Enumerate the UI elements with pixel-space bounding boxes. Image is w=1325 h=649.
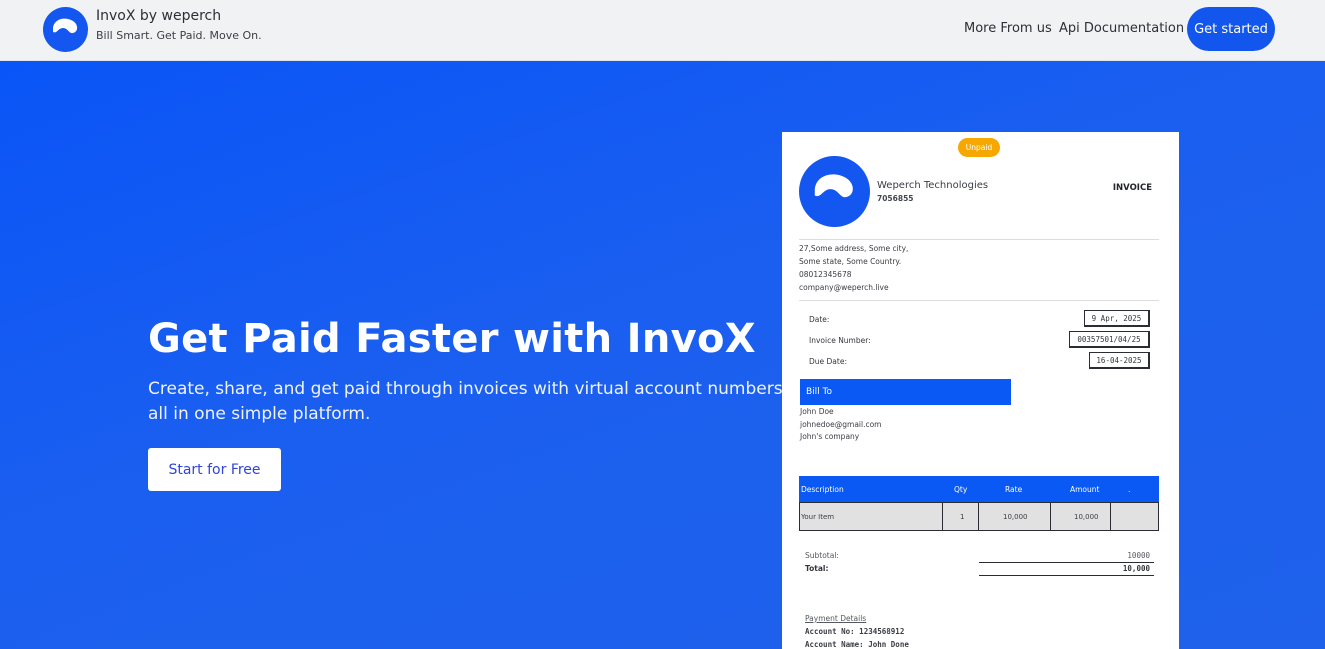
cell-description: Your Item <box>801 512 835 521</box>
table-row: Your Item 1 10,000 10,000 <box>799 502 1159 531</box>
header-rate: Rate <box>1005 484 1023 494</box>
divider <box>799 239 1159 240</box>
cell-divider <box>978 503 979 530</box>
get-started-button[interactable]: Get started <box>1187 7 1275 51</box>
brand-tagline: Bill Smart. Get Paid. Move On. <box>96 29 262 42</box>
cell-divider <box>1050 503 1051 530</box>
top-navbar: InvoX by weperch Bill Smart. Get Paid. M… <box>0 0 1325 61</box>
due-date-label: Due Date: <box>809 357 847 366</box>
address-line-1: 27,Some address, Some city, <box>799 244 909 253</box>
invoice-number-field: 00357501/04/25 <box>1069 331 1150 348</box>
account-number: Account No: 1234568912 <box>805 627 905 636</box>
divider <box>799 300 1159 301</box>
cell-qty: 1 <box>960 512 965 521</box>
hero-subtitle: Create, share, and get paid through invo… <box>148 379 805 424</box>
address-email: company@weperch.live <box>799 283 889 292</box>
cell-divider <box>942 503 943 530</box>
bill-to-name: John Doe <box>800 407 834 416</box>
bill-to-heading: Bill To <box>800 379 1011 405</box>
address-phone: 08012345678 <box>799 270 852 279</box>
total-rule <box>979 575 1154 576</box>
invoice-number-label: Invoice Number: <box>809 336 871 345</box>
invoice-company-phone: 7056855 <box>877 194 914 203</box>
header-extra: . <box>1128 484 1131 494</box>
header-qty: Qty <box>954 484 968 494</box>
company-logo-icon <box>799 156 870 227</box>
cell-rate: 10,000 <box>1003 512 1028 521</box>
subtotal-label: Subtotal: <box>805 551 839 560</box>
total-label: Total: <box>805 564 829 573</box>
invoice-preview: Unpaid Weperch Technologies 7056855 INVO… <box>782 132 1179 649</box>
header-amount: Amount <box>1070 484 1100 494</box>
brand-name: InvoX by weperch <box>96 8 222 24</box>
total-value: 10,000 <box>1122 564 1150 573</box>
hero-section: Get Paid Faster with InvoX Create, share… <box>0 61 1325 649</box>
hero-title: Get Paid Faster with InvoX <box>148 316 756 362</box>
invoice-title: INVOICE <box>1112 183 1152 193</box>
cell-divider <box>1110 503 1111 530</box>
subtotal-value: 10000 <box>1127 551 1150 560</box>
due-date-field: 16-04-2025 <box>1089 352 1150 369</box>
nav-more-from-us[interactable]: More From us <box>964 21 1052 36</box>
bill-to-email: johnedoe@gmail.com <box>800 420 882 429</box>
invoice-company-name: Weperch Technologies <box>877 180 989 191</box>
invox-logo-icon[interactable] <box>43 7 88 52</box>
items-table-header: Description Qty Rate Amount . <box>799 476 1159 502</box>
cell-amount: 10,000 <box>1074 512 1099 521</box>
account-name: Account Name: John Done <box>805 640 909 649</box>
address-line-2: Some state, Some Country. <box>799 257 902 266</box>
date-label: Date: <box>809 315 830 324</box>
bill-to-company: John's company <box>800 432 860 441</box>
payment-details-heading: Payment Details <box>805 614 867 623</box>
start-for-free-button[interactable]: Start for Free <box>148 448 281 491</box>
total-rule <box>979 562 1154 563</box>
status-badge: Unpaid <box>958 138 1000 157</box>
nav-api-documentation[interactable]: Api Documentation <box>1059 21 1184 36</box>
header-description: Description <box>801 484 844 494</box>
date-field: 9 Apr, 2025 <box>1084 310 1150 327</box>
